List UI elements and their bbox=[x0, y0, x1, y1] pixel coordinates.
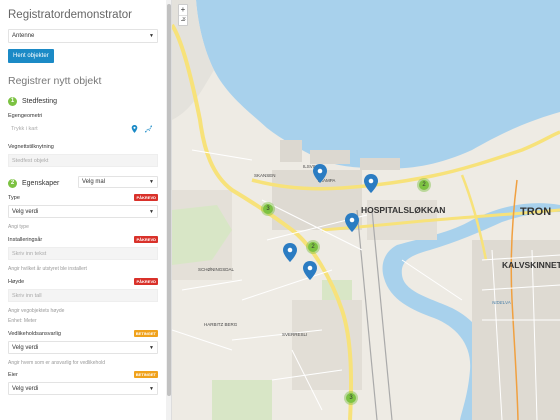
type-label-text: Type bbox=[8, 195, 20, 201]
step-egenskaper: 2 Egenskaper Velg mal ▼ bbox=[8, 176, 158, 190]
type-hint: Angi type bbox=[8, 224, 29, 230]
height-label-text: Høyde bbox=[8, 279, 25, 285]
step-number: 1 bbox=[8, 96, 17, 106]
marker-cluster[interactable]: 2 bbox=[306, 240, 320, 254]
required-badge: PÅKREVD bbox=[134, 278, 158, 285]
marker-cluster[interactable]: 3 bbox=[261, 202, 275, 216]
template-select-value: Velg mal bbox=[82, 179, 106, 185]
type-label: Type PÅKREVD bbox=[8, 194, 158, 203]
step-label: Egenskaper bbox=[22, 179, 60, 187]
chevron-down-icon: ▼ bbox=[149, 179, 154, 185]
page-title: Registratordemonstrator bbox=[8, 9, 132, 21]
app-window: Registratordemonstrator Antenne ▼ Hent o… bbox=[0, 0, 560, 420]
geometry-label: Egengeometri bbox=[8, 113, 43, 119]
map-marker[interactable] bbox=[283, 243, 297, 262]
road-link-label: Vegnettstilknytning bbox=[8, 144, 54, 150]
template-select[interactable]: Velg mal ▼ bbox=[78, 176, 158, 188]
chevron-down-icon: ▼ bbox=[149, 345, 154, 351]
object-type-select[interactable]: Antenne ▼ bbox=[8, 29, 158, 43]
height-unit: Enhet: Meter bbox=[8, 318, 37, 324]
geometry-input[interactable]: Trykk i kart bbox=[8, 123, 120, 136]
height-hint: Angir vegobjektets høyde bbox=[8, 308, 65, 314]
map-marker[interactable] bbox=[364, 174, 378, 193]
chevron-down-icon: ▼ bbox=[149, 209, 154, 215]
height-input[interactable]: Skriv inn tall bbox=[8, 289, 158, 302]
height-label: Høyde PÅKREVD bbox=[8, 278, 158, 287]
maintainer-hint: Angir hvem som er ansvarlig for vedlikeh… bbox=[8, 360, 105, 366]
required-badge: PÅKREVD bbox=[134, 236, 158, 243]
cluster-count: 2 bbox=[419, 180, 429, 190]
marker-cluster[interactable]: 2 bbox=[417, 178, 431, 192]
chevron-down-icon: ▼ bbox=[149, 33, 154, 39]
cluster-count: 3 bbox=[263, 204, 273, 214]
panel-scrollbar-thumb[interactable] bbox=[167, 4, 171, 396]
owner-label: Eier BETINGET bbox=[8, 371, 158, 380]
marker-cluster[interactable]: 3 bbox=[344, 391, 358, 405]
map-marker[interactable] bbox=[313, 164, 327, 183]
owner-label-text: Eier bbox=[8, 372, 18, 378]
draw-line-icon[interactable] bbox=[145, 125, 152, 133]
install-year-label: Installeringsår PÅKREVD bbox=[8, 236, 158, 245]
step-number: 2 bbox=[8, 178, 17, 188]
type-select[interactable]: Velg verdi ▼ bbox=[8, 205, 158, 218]
fetch-objects-button[interactable]: Hent objekter bbox=[8, 49, 54, 63]
side-panel: Registratordemonstrator Antenne ▼ Hent o… bbox=[0, 0, 172, 420]
owner-select-value: Velg verdi bbox=[12, 386, 39, 392]
install-year-label-text: Installeringsår bbox=[8, 237, 43, 243]
conditional-badge: BETINGET bbox=[133, 330, 158, 337]
owner-select[interactable]: Velg verdi ▼ bbox=[8, 382, 158, 395]
maintainer-select-value: Velg verdi bbox=[12, 345, 39, 351]
required-badge: PÅKREVD bbox=[134, 194, 158, 201]
map-view[interactable]: + − × HOSPITALSLØKKAN TRON KALVSKINNET I… bbox=[172, 0, 560, 420]
install-year-hint: Angir hvilket år utstyret ble installert bbox=[8, 266, 87, 272]
conditional-badge: BETINGET bbox=[133, 371, 158, 378]
maintainer-label-text: Vedlikeholdsansvarlig bbox=[8, 331, 61, 337]
geometry-row: Trykk i kart bbox=[8, 123, 158, 138]
road-link-input[interactable]: Stedfest objekt bbox=[8, 154, 158, 167]
type-select-value: Velg verdi bbox=[12, 209, 39, 215]
cluster-count: 3 bbox=[346, 393, 356, 403]
map-pin-icon[interactable] bbox=[131, 125, 138, 133]
cluster-count: 2 bbox=[308, 242, 318, 252]
maintainer-select[interactable]: Velg verdi ▼ bbox=[8, 341, 158, 354]
object-type-value: Antenne bbox=[12, 33, 35, 39]
marker-layer bbox=[283, 164, 378, 280]
chevron-down-icon: ▼ bbox=[149, 386, 154, 392]
map-marker[interactable] bbox=[345, 213, 359, 232]
step-stedfesting: 1 Stedfesting bbox=[8, 94, 158, 108]
step-label: Stedfesting bbox=[22, 97, 58, 105]
maintainer-label: Vedlikeholdsansvarlig BETINGET bbox=[8, 330, 158, 339]
install-year-input[interactable]: Skriv inn tekst bbox=[8, 247, 158, 260]
register-heading: Registrer nytt objekt bbox=[8, 75, 102, 87]
map-marker[interactable] bbox=[303, 261, 317, 280]
